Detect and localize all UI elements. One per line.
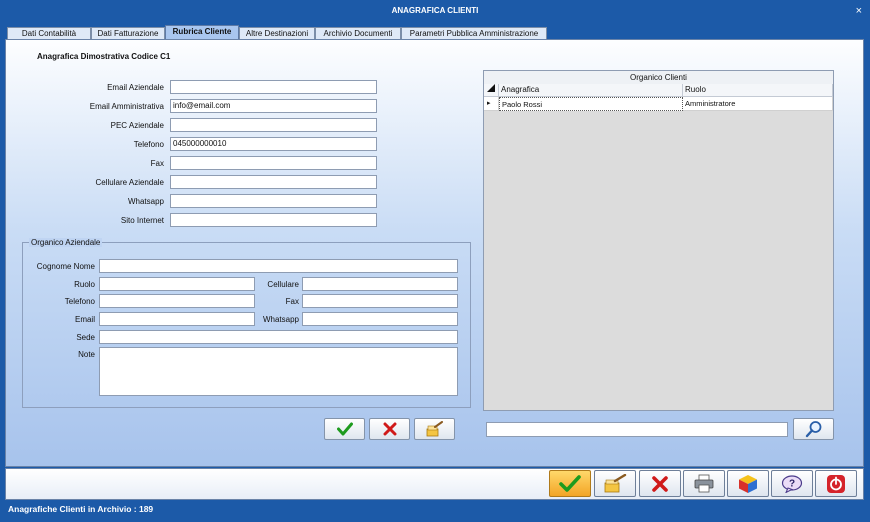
- save-button[interactable]: [549, 470, 591, 497]
- sito-internet-label: Sito Internet: [120, 216, 164, 225]
- check-icon: [336, 422, 353, 436]
- tab-altre-destinazioni[interactable]: Altre Destinazioni: [239, 27, 315, 39]
- note-label: Note: [78, 350, 95, 359]
- tab-parametri-pa[interactable]: Parametri Pubblica Amministrazione: [401, 27, 547, 39]
- table-row-anagrafica[interactable]: Paolo Rossi: [499, 97, 683, 111]
- printer-icon: [694, 474, 714, 492]
- search-input[interactable]: [486, 422, 788, 437]
- row-indicator-icon: ▸: [484, 97, 499, 111]
- fax-org-label: Fax: [285, 297, 299, 306]
- email-org-field[interactable]: [99, 312, 255, 326]
- tab-rubrica-cliente[interactable]: Rubrica Cliente: [165, 25, 239, 40]
- help-button[interactable]: ?: [771, 470, 813, 497]
- sede-field[interactable]: [99, 330, 458, 344]
- whatsapp-org-label: Whatsapp: [262, 315, 299, 324]
- cellulare-aziendale-label: Cellulare Aziendale: [95, 178, 165, 187]
- window-title: ANAGRAFICA CLIENTI: [391, 6, 479, 15]
- search-button[interactable]: [793, 418, 834, 440]
- x-icon: [383, 422, 396, 436]
- print-button[interactable]: [683, 470, 725, 497]
- sede-label: Sede: [76, 333, 95, 342]
- status-bar: Anagrafiche Clienti in Archivio : 189: [5, 501, 864, 517]
- clear-contact-button[interactable]: [414, 418, 455, 440]
- magnifier-icon: [805, 421, 821, 438]
- email-aziendale-label: Email Aziendale: [107, 83, 164, 92]
- grid-title: Organico Clienti: [484, 71, 833, 85]
- exit-button[interactable]: [815, 470, 857, 497]
- ruolo-field[interactable]: [99, 277, 255, 291]
- whatsapp-label: Whatsapp: [127, 197, 164, 206]
- check-icon: [559, 474, 581, 492]
- confirm-contact-button[interactable]: [324, 418, 365, 440]
- column-header-ruolo[interactable]: Ruolo: [683, 84, 833, 97]
- palette-button[interactable]: [727, 470, 769, 497]
- broom-icon: [426, 421, 443, 437]
- svg-text:?: ?: [789, 478, 795, 489]
- delete-contact-button[interactable]: [369, 418, 410, 440]
- cellulare-aziendale-field[interactable]: [170, 175, 377, 189]
- pec-aziendale-field[interactable]: [170, 118, 377, 132]
- cognome-nome-label: Cognome Nome: [36, 262, 95, 271]
- column-header-anagrafica[interactable]: Anagrafica: [499, 84, 683, 97]
- organico-clienti-grid: Organico Clienti Anagrafica Ruolo ▸ Paol…: [483, 70, 834, 411]
- help-icon: ?: [781, 474, 803, 493]
- page-title: Anagrafica Dimostrativa Codice C1: [37, 52, 171, 61]
- telefono-org-field[interactable]: [99, 294, 255, 308]
- telefono-field[interactable]: 045000000010: [170, 137, 377, 151]
- tab-dati-fatturazione[interactable]: Dati Fatturazione: [91, 27, 165, 39]
- sito-internet-field[interactable]: [170, 213, 377, 227]
- organico-group-title: Organico Aziendale: [29, 238, 103, 247]
- clear-form-button[interactable]: [594, 470, 636, 497]
- whatsapp-org-field[interactable]: [302, 312, 458, 326]
- fax-label: Fax: [150, 159, 164, 168]
- grid-corner: [484, 84, 499, 97]
- tab-archivio-documenti[interactable]: Archivio Documenti: [315, 27, 401, 39]
- broom-icon: [604, 473, 627, 492]
- cognome-nome-field[interactable]: [99, 259, 458, 273]
- ruolo-label: Ruolo: [74, 280, 95, 289]
- email-org-label: Email: [74, 315, 95, 324]
- power-icon: [827, 474, 845, 493]
- tab-dati-contabilita[interactable]: Dati Contabilità: [7, 27, 91, 39]
- email-amministrativa-label: Email Amministrativa: [89, 102, 164, 111]
- sort-triangle-icon: [487, 84, 495, 92]
- cancel-button[interactable]: [639, 470, 681, 497]
- whatsapp-field[interactable]: [170, 194, 377, 208]
- x-icon: [652, 475, 668, 492]
- close-icon[interactable]: ×: [856, 0, 862, 22]
- email-amministrativa-field[interactable]: info@email.com: [170, 99, 377, 113]
- cellulare-field[interactable]: [302, 277, 458, 291]
- pec-aziendale-label: PEC Aziendale: [110, 121, 164, 130]
- telefono-label: Telefono: [133, 140, 164, 149]
- fax-org-field[interactable]: [302, 294, 458, 308]
- telefono-org-label: Telefono: [64, 297, 95, 306]
- cube-icon: [739, 474, 757, 493]
- email-aziendale-field[interactable]: [170, 80, 377, 94]
- table-row-ruolo[interactable]: Amministratore: [683, 97, 833, 111]
- cellulare-label: Cellulare: [267, 280, 299, 289]
- note-field[interactable]: [99, 347, 458, 396]
- fax-field[interactable]: [170, 156, 377, 170]
- window-titlebar: ANAGRAFICA CLIENTI ×: [0, 0, 870, 22]
